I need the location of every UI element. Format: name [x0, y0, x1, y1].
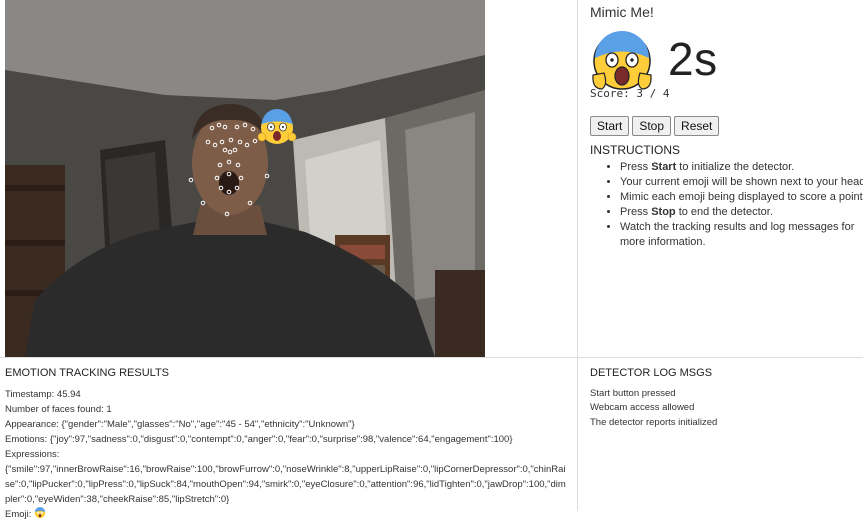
- log-message: Webcam access allowed: [590, 402, 695, 414]
- emotions-text: Emotions: {"joy":97,"sadness":0,"disgust…: [5, 434, 513, 445]
- countdown-timer: 2s: [668, 33, 718, 85]
- reset-button[interactable]: Reset: [674, 116, 720, 136]
- section-divider: [0, 357, 863, 358]
- instruction-item: Watch the tracking results and log messa…: [620, 220, 863, 250]
- instructions-heading: INSTRUCTIONS: [590, 143, 680, 157]
- controls-toolbar: Start Stop Reset: [590, 116, 720, 136]
- emoji-row: Emoji:: [5, 507, 570, 522]
- expressions-text: {"smile":97,"innerBrowRaise":16,"browRai…: [5, 464, 566, 505]
- webcam-scene: [5, 0, 485, 357]
- screaming-face-emoji-icon: [591, 30, 653, 92]
- appearance-text: Appearance: {"gender":"Male","glasses":"…: [5, 419, 355, 430]
- instruction-item: Press Stop to end the detector.: [620, 205, 863, 220]
- log-heading: DETECTOR LOG MSGS: [590, 367, 713, 379]
- start-button[interactable]: Start: [590, 116, 630, 136]
- instruction-item: Press Start to initialize the detector.: [620, 160, 863, 175]
- log-message: Start button pressed: [590, 387, 676, 399]
- screaming-face-result-icon: [34, 507, 46, 519]
- faces-count-text: Number of faces found: 1: [5, 404, 112, 415]
- score-display: Score: 3 / 4: [590, 87, 670, 100]
- expressions-label: Expressions:: [5, 449, 60, 460]
- instruction-item: Mimic each emoji being displayed to scor…: [620, 190, 863, 205]
- results-heading: EMOTION TRACKING RESULTS: [5, 367, 170, 379]
- app-title: Mimic Me!: [590, 4, 654, 20]
- instructions-list: Press Start to initialize the detector. …: [604, 160, 863, 250]
- webcam-feed: [5, 0, 485, 357]
- instruction-item: Your current emoji will be shown next to…: [620, 175, 863, 190]
- emotion-results-panel: EMOTION TRACKING RESULTS Timestamp: 45.9…: [5, 366, 570, 522]
- detector-log-panel: DETECTOR LOG MSGS Start button pressed W…: [590, 366, 858, 430]
- log-message: The detector reports initialized: [590, 416, 718, 428]
- timestamp-text: Timestamp: 45.94: [5, 389, 81, 400]
- column-divider: [577, 0, 578, 511]
- stop-button[interactable]: Stop: [632, 116, 672, 136]
